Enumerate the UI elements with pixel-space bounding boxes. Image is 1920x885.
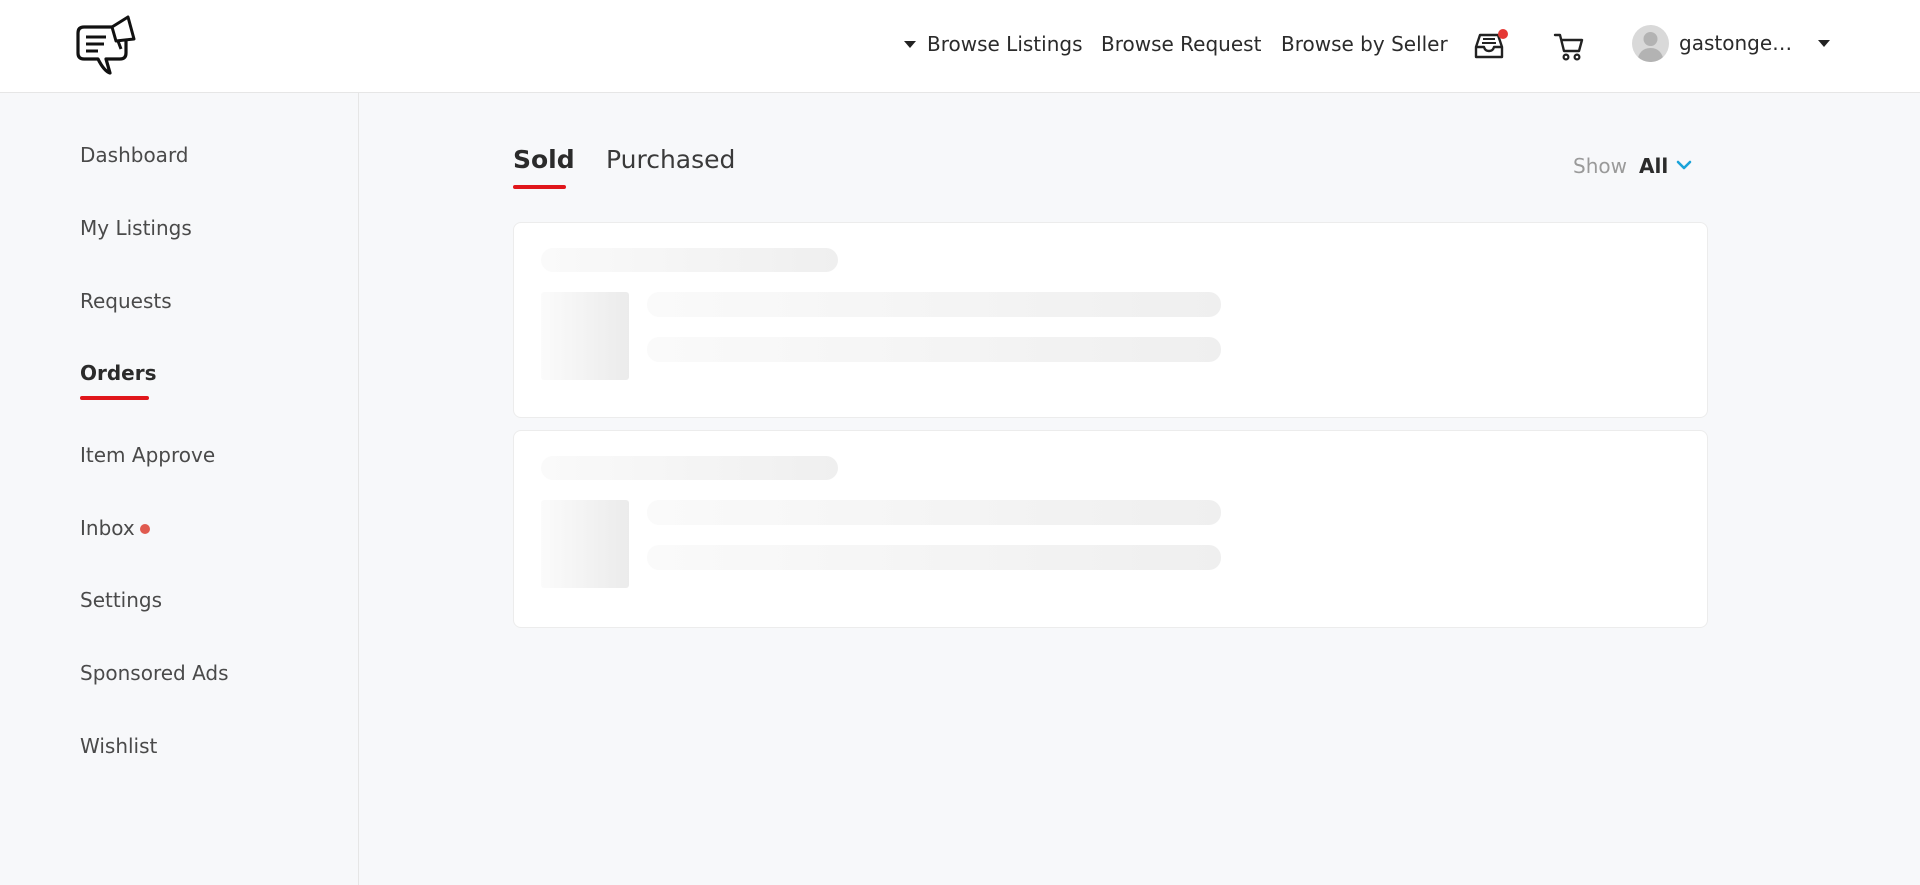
- skeleton-line: [647, 337, 1221, 362]
- username-label[interactable]: gastongena...: [1679, 30, 1804, 56]
- sidebar-item-wishlist[interactable]: Wishlist: [80, 733, 157, 759]
- skeleton-thumbnail: [541, 292, 629, 380]
- skeleton-line: [647, 545, 1221, 570]
- sidebar-item-my-listings[interactable]: My Listings: [80, 215, 192, 241]
- skeleton-title: [541, 456, 838, 480]
- inbox-notification-dot: [140, 524, 150, 534]
- active-item-underline: [80, 396, 149, 400]
- nav-browse-listings-label: Browse Listings: [927, 32, 1083, 56]
- skeleton-thumbnail: [541, 500, 629, 588]
- shopping-cart-icon: [1553, 33, 1584, 61]
- sidebar-item-orders[interactable]: Orders: [80, 360, 157, 386]
- megaphone-chat-logo[interactable]: [76, 13, 138, 79]
- show-filter-select[interactable]: All: [1639, 153, 1668, 179]
- tab-sold[interactable]: Sold: [513, 145, 575, 175]
- order-card-loading: [513, 222, 1708, 418]
- chevron-down-icon[interactable]: [1674, 155, 1694, 175]
- nav-browse-listings[interactable]: Browse Listings: [904, 31, 1083, 57]
- skeleton-line: [647, 500, 1221, 525]
- sidebar-item-requests[interactable]: Requests: [80, 288, 172, 314]
- sidebar-item-inbox[interactable]: Inbox: [80, 515, 135, 541]
- nav-browse-by-seller[interactable]: Browse by Seller: [1281, 31, 1448, 57]
- user-avatar[interactable]: [1632, 25, 1669, 62]
- order-card-loading: [513, 430, 1708, 628]
- active-tab-underline: [513, 185, 566, 189]
- nav-browse-request[interactable]: Browse Request: [1101, 31, 1261, 57]
- tab-purchased[interactable]: Purchased: [606, 145, 735, 175]
- caret-down-icon: [904, 41, 916, 48]
- skeleton-line: [647, 292, 1221, 317]
- sidebar-item-sponsored-ads[interactable]: Sponsored Ads: [80, 660, 229, 686]
- notification-dot: [1498, 29, 1508, 39]
- user-silhouette-icon: [1637, 32, 1664, 62]
- sidebar-item-item-approve[interactable]: Item Approve: [80, 442, 215, 468]
- sidebar-item-settings[interactable]: Settings: [80, 587, 162, 613]
- show-filter-label: Show: [1573, 154, 1627, 178]
- inbox-button[interactable]: [1472, 29, 1508, 61]
- sidebar: [0, 93, 359, 885]
- skeleton-title: [541, 248, 838, 272]
- top-header: Browse Listings Browse Request Browse by…: [0, 0, 1920, 93]
- sidebar-item-dashboard[interactable]: Dashboard: [80, 142, 189, 168]
- user-menu-caret-icon[interactable]: [1818, 40, 1830, 47]
- cart-button[interactable]: [1552, 30, 1586, 62]
